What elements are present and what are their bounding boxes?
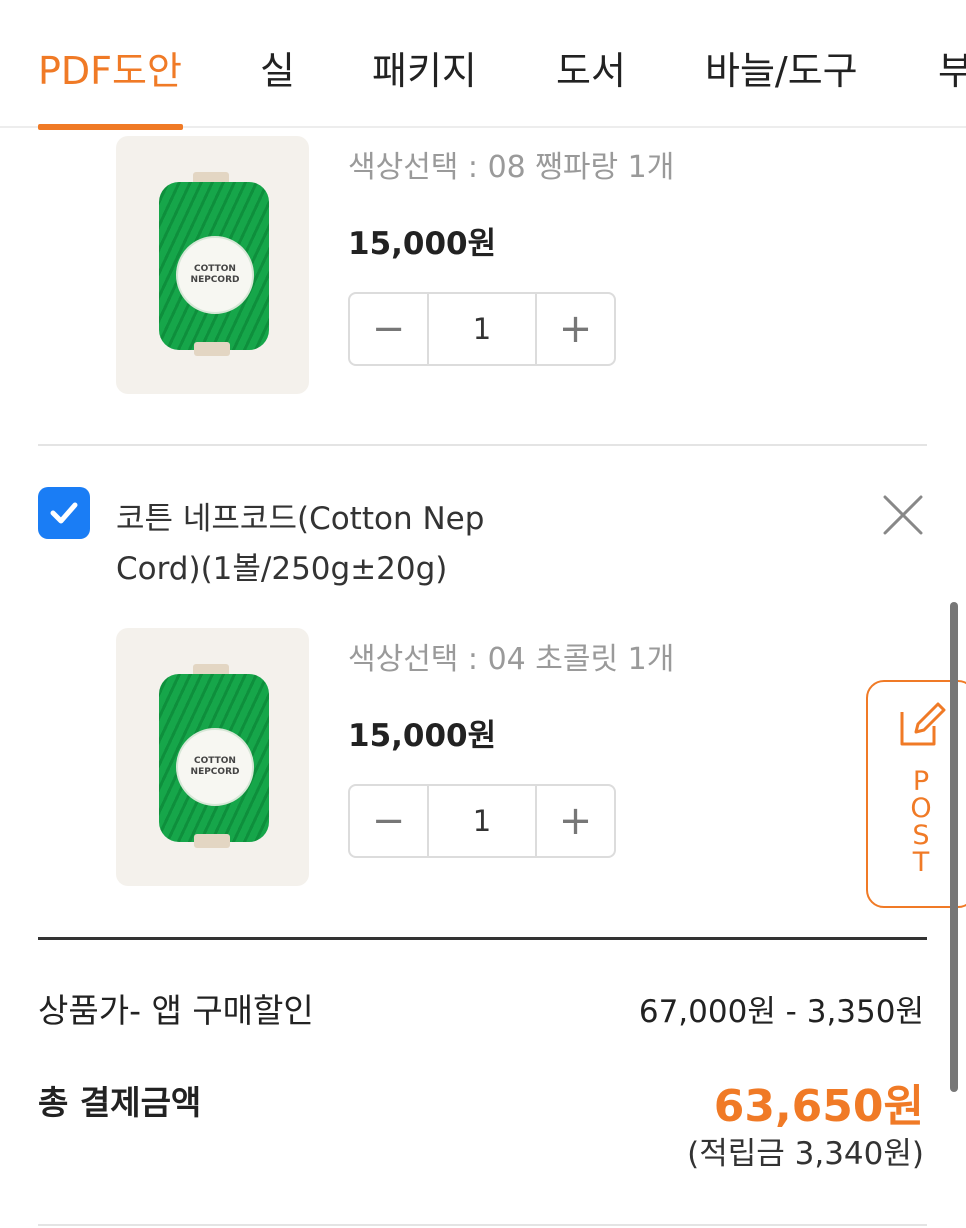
quantity-stepper: − 1 + [348,292,616,366]
reward-points: (적립금 3,340원) [687,1136,924,1172]
product-image[interactable]: COTTON NEPCORD [116,136,309,394]
scrollbar[interactable] [950,602,958,1092]
tab-more[interactable]: 부 [938,46,966,96]
subtotal-value: 67,000원 - 3,350원 [638,994,924,1030]
item-price: 15,000원 [348,718,497,754]
total-amount: 63,650원 [713,1081,924,1132]
tab-yarn[interactable]: 실 [260,46,295,96]
item-option-text: 색상선택 : 08 쨍파랑 1개 [348,150,675,185]
item-option-text: 색상선택 : 04 초콜릿 1개 [348,642,675,677]
item-select-checkbox[interactable] [38,487,90,539]
category-tab-bar: PDF도안 실 패키지 도서 바늘/도구 부 [0,0,966,130]
tab-books[interactable]: 도서 [556,46,626,96]
item-price: 15,000원 [348,226,497,262]
decrease-quantity-button[interactable]: − [350,786,427,856]
product-label: COTTON NEPCORD [176,728,254,806]
tab-pdf-pattern[interactable]: PDF도안 [38,46,182,96]
quantity-value[interactable]: 1 [427,294,537,364]
product-label: COTTON NEPCORD [176,236,254,314]
increase-quantity-button[interactable]: + [537,786,614,856]
product-title: 코튼 네프코드(Cotton Nep Cord)(1볼/250g±20g) [116,501,485,587]
product-image[interactable]: COTTON NEPCORD [116,628,309,886]
active-tab-indicator [38,124,183,130]
item-divider [38,444,927,446]
close-icon [883,495,923,535]
bottom-divider [38,1224,927,1226]
tab-needles-tools[interactable]: 바늘/도구 [705,46,858,96]
quantity-stepper: − 1 + [348,784,616,858]
decrease-quantity-button[interactable]: − [350,294,427,364]
remove-item-button[interactable] [880,492,926,538]
increase-quantity-button[interactable]: + [537,294,614,364]
summary-divider [38,937,927,940]
quantity-value[interactable]: 1 [427,786,537,856]
edit-icon [900,702,946,746]
total-label: 총 결제금액 [38,1083,202,1122]
check-icon [50,502,78,524]
subtotal-label: 상품가- 앱 구매할인 [38,991,314,1030]
post-label: P O S T [910,766,932,878]
tab-package[interactable]: 패키지 [372,46,477,96]
